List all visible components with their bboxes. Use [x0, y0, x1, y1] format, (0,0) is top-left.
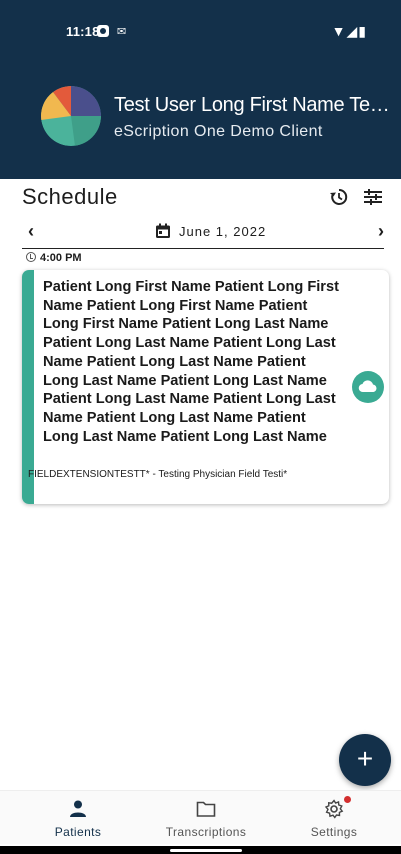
- folder-icon: [146, 799, 266, 819]
- bottom-nav: Patients Transcriptions Settings: [0, 790, 401, 844]
- logo-graphic: [41, 86, 101, 146]
- nav-label-settings: Settings: [310, 825, 358, 839]
- divider: [22, 248, 384, 249]
- client-name: eScription One Demo Client: [114, 123, 323, 140]
- physician-name: FIELDEXTENSIONTESTT* - Testing Physician…: [28, 469, 288, 480]
- nav-label-transcriptions: Transcriptions: [165, 825, 247, 839]
- previous-day-button[interactable]: ‹: [28, 221, 34, 242]
- wifi-icon: ▼: [331, 23, 347, 39]
- history-icon[interactable]: [329, 187, 349, 207]
- patient-name: Patient Long First Name Patient Long Fir…: [43, 279, 339, 445]
- cloud-icon[interactable]: [352, 371, 384, 403]
- signal-icon: ◢: [346, 23, 359, 39]
- appointment-time-text: 4:00 PM: [40, 252, 82, 264]
- nav-label-patients: Patients: [54, 825, 102, 839]
- selected-date[interactable]: June 1, 2022: [179, 224, 266, 239]
- message-icon: ✉: [117, 26, 127, 38]
- battery-icon: ▮: [358, 23, 367, 39]
- system-icons: ▼◢▮: [332, 23, 367, 40]
- shield-icon: [97, 25, 109, 37]
- status-bar: 11:18 ✉ ▼◢▮: [0, 22, 401, 42]
- date-navigator: ‹ June 1, 2022 ›: [22, 220, 384, 246]
- status-time: 11:18: [66, 24, 100, 39]
- next-day-button[interactable]: ›: [378, 221, 384, 242]
- clock-icon: [26, 252, 36, 262]
- nav-item-transcriptions[interactable]: Transcriptions: [146, 799, 266, 839]
- appointment-time: 4:00 PM: [26, 252, 82, 264]
- person-icon: [18, 799, 138, 819]
- nav-item-settings[interactable]: Settings: [274, 796, 394, 839]
- nav-item-patients[interactable]: Patients: [18, 799, 138, 839]
- filter-icon[interactable]: [363, 187, 383, 207]
- client-logo: [41, 86, 101, 146]
- add-appointment-button[interactable]: +: [339, 734, 391, 786]
- home-indicator[interactable]: [170, 849, 242, 852]
- gear-icon: [274, 796, 394, 819]
- page-title: Schedule: [22, 184, 118, 209]
- calendar-icon[interactable]: [155, 223, 171, 239]
- app-header: 11:18 ✉ ▼◢▮ Test User Long First Name Te…: [0, 0, 401, 179]
- notification-badge: [344, 796, 351, 803]
- user-name: Test User Long First Name Test Last Name: [114, 94, 392, 116]
- appointment-card[interactable]: Patient Long First Name Patient Long Fir…: [22, 270, 389, 504]
